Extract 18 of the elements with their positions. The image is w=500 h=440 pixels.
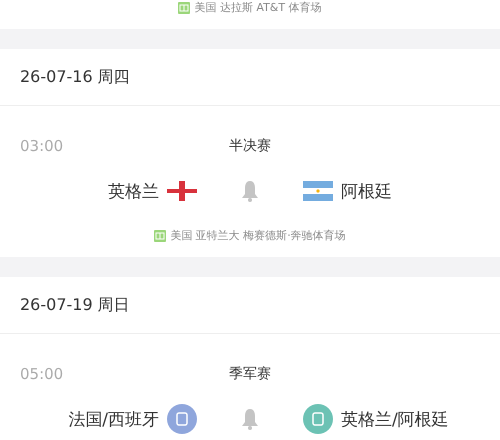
match-time: 05:00	[19, 365, 64, 383]
team-name: 英格兰	[108, 180, 159, 202]
team-badge-icon	[303, 404, 333, 434]
bell-icon[interactable]	[241, 180, 259, 202]
date-header: 26-07-19 周日	[20, 294, 130, 316]
argentina-flag-icon	[303, 181, 333, 201]
venue-text: 美国 亚特兰大 梅赛德斯·奔驰体育场	[170, 228, 346, 243]
venue-text: 美国 达拉斯 AT&T 体育场	[194, 0, 322, 15]
england-flag-icon	[167, 181, 197, 201]
match-time: 03:00	[19, 137, 64, 155]
team-name: 阿根廷	[341, 180, 392, 202]
bell-icon[interactable]	[241, 408, 259, 430]
match-stage: 季军赛	[229, 365, 271, 383]
team-name: 英格兰/阿根廷	[341, 408, 449, 430]
team-badge-icon	[167, 404, 197, 434]
team-name: 法国/西班牙	[68, 408, 159, 430]
match-stage: 半决赛	[229, 137, 271, 155]
date-header: 26-07-16 周四	[20, 66, 130, 88]
